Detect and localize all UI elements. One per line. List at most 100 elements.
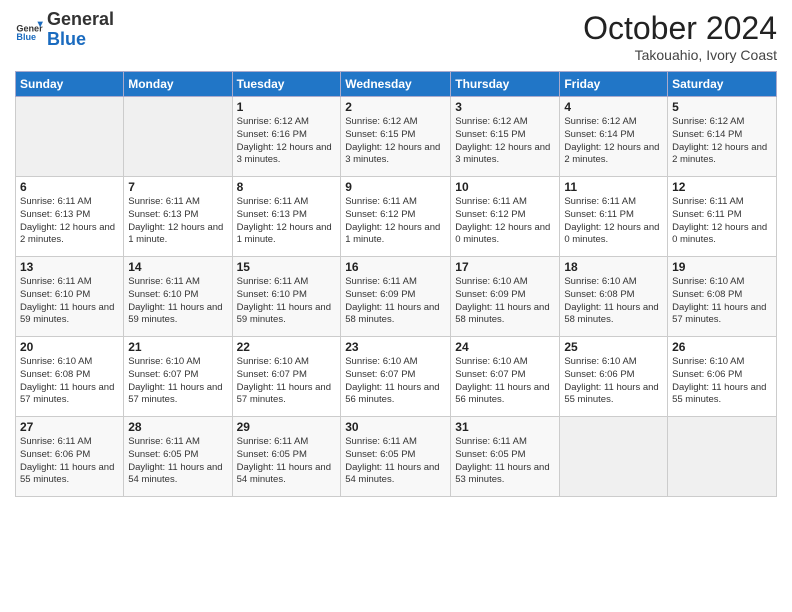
day-info: Sunrise: 6:10 AM Sunset: 6:08 PM Dayligh… [20, 356, 119, 407]
day-number: 18 [564, 260, 663, 274]
day-number: 16 [345, 260, 446, 274]
col-wednesday: Wednesday [341, 72, 451, 97]
day-info: Sunrise: 6:12 AM Sunset: 6:15 PM Dayligh… [455, 116, 555, 167]
day-number: 7 [128, 180, 227, 194]
table-row: 3 Sunrise: 6:12 AM Sunset: 6:15 PM Daylig… [451, 97, 560, 177]
day-info: Sunrise: 6:11 AM Sunset: 6:10 PM Dayligh… [20, 276, 119, 327]
calendar-week-row: 6 Sunrise: 6:11 AM Sunset: 6:13 PM Daylig… [16, 177, 777, 257]
day-number: 3 [455, 100, 555, 114]
day-info: Sunrise: 6:11 AM Sunset: 6:05 PM Dayligh… [345, 436, 446, 487]
day-info: Sunrise: 6:11 AM Sunset: 6:05 PM Dayligh… [237, 436, 337, 487]
day-info: Sunrise: 6:12 AM Sunset: 6:14 PM Dayligh… [672, 116, 772, 167]
day-info: Sunrise: 6:11 AM Sunset: 6:06 PM Dayligh… [20, 436, 119, 487]
day-number: 19 [672, 260, 772, 274]
day-number: 6 [20, 180, 119, 194]
day-info: Sunrise: 6:11 AM Sunset: 6:10 PM Dayligh… [128, 276, 227, 327]
logo-text: General Blue [47, 10, 114, 50]
logo-general: General [47, 9, 114, 29]
day-info: Sunrise: 6:11 AM Sunset: 6:10 PM Dayligh… [237, 276, 337, 327]
table-row: 24 Sunrise: 6:10 AM Sunset: 6:07 PM Dayli… [451, 337, 560, 417]
day-number: 14 [128, 260, 227, 274]
day-info: Sunrise: 6:10 AM Sunset: 6:07 PM Dayligh… [237, 356, 337, 407]
day-info: Sunrise: 6:12 AM Sunset: 6:15 PM Dayligh… [345, 116, 446, 167]
col-sunday: Sunday [16, 72, 124, 97]
svg-text:Blue: Blue [16, 32, 36, 42]
calendar-table: Sunday Monday Tuesday Wednesday Thursday… [15, 71, 777, 497]
table-row: 14 Sunrise: 6:11 AM Sunset: 6:10 PM Dayli… [124, 257, 232, 337]
table-row: 7 Sunrise: 6:11 AM Sunset: 6:13 PM Daylig… [124, 177, 232, 257]
day-info: Sunrise: 6:10 AM Sunset: 6:07 PM Dayligh… [455, 356, 555, 407]
table-row [668, 417, 777, 497]
table-row: 2 Sunrise: 6:12 AM Sunset: 6:15 PM Daylig… [341, 97, 451, 177]
day-number: 20 [20, 340, 119, 354]
day-number: 23 [345, 340, 446, 354]
table-row: 31 Sunrise: 6:11 AM Sunset: 6:05 PM Dayli… [451, 417, 560, 497]
table-row: 5Sunrise: 6:12 AM Sunset: 6:14 PM Daylig… [668, 97, 777, 177]
day-number: 22 [237, 340, 337, 354]
table-row: 18 Sunrise: 6:10 AM Sunset: 6:08 PM Dayli… [560, 257, 668, 337]
table-row: 27 Sunrise: 6:11 AM Sunset: 6:06 PM Dayli… [16, 417, 124, 497]
table-row [16, 97, 124, 177]
calendar-week-row: 13 Sunrise: 6:11 AM Sunset: 6:10 PM Dayli… [16, 257, 777, 337]
table-row: 16Sunrise: 6:11 AM Sunset: 6:09 PM Dayli… [341, 257, 451, 337]
col-saturday: Saturday [668, 72, 777, 97]
table-row: 25Sunrise: 6:10 AM Sunset: 6:06 PM Dayli… [560, 337, 668, 417]
col-thursday: Thursday [451, 72, 560, 97]
table-row: 20 Sunrise: 6:10 AM Sunset: 6:08 PM Dayli… [16, 337, 124, 417]
table-row: 21 Sunrise: 6:10 AM Sunset: 6:07 PM Dayli… [124, 337, 232, 417]
col-tuesday: Tuesday [232, 72, 341, 97]
day-info: Sunrise: 6:10 AM Sunset: 6:06 PM Dayligh… [564, 356, 663, 407]
table-row: 8Sunrise: 6:11 AM Sunset: 6:13 PM Daylig… [232, 177, 341, 257]
calendar-week-row: 1Sunrise: 6:12 AM Sunset: 6:16 PM Daylig… [16, 97, 777, 177]
day-number: 30 [345, 420, 446, 434]
day-info: Sunrise: 6:11 AM Sunset: 6:13 PM Dayligh… [128, 196, 227, 247]
day-number: 1 [237, 100, 337, 114]
day-info: Sunrise: 6:11 AM Sunset: 6:05 PM Dayligh… [455, 436, 555, 487]
day-number: 4 [564, 100, 663, 114]
day-number: 15 [237, 260, 337, 274]
day-info: Sunrise: 6:10 AM Sunset: 6:07 PM Dayligh… [128, 356, 227, 407]
table-row: 12Sunrise: 6:11 AM Sunset: 6:11 PM Dayli… [668, 177, 777, 257]
col-monday: Monday [124, 72, 232, 97]
day-info: Sunrise: 6:11 AM Sunset: 6:13 PM Dayligh… [20, 196, 119, 247]
day-info: Sunrise: 6:11 AM Sunset: 6:05 PM Dayligh… [128, 436, 227, 487]
day-number: 21 [128, 340, 227, 354]
title-block: October 2024 Takouahio, Ivory Coast [583, 10, 777, 63]
table-row: 9Sunrise: 6:11 AM Sunset: 6:12 PM Daylig… [341, 177, 451, 257]
day-info: Sunrise: 6:10 AM Sunset: 6:08 PM Dayligh… [564, 276, 663, 327]
table-row: 15 Sunrise: 6:11 AM Sunset: 6:10 PM Dayli… [232, 257, 341, 337]
table-row: 19 Sunrise: 6:10 AM Sunset: 6:08 PM Dayli… [668, 257, 777, 337]
table-row: 11 Sunrise: 6:11 AM Sunset: 6:11 PM Dayli… [560, 177, 668, 257]
day-info: Sunrise: 6:11 AM Sunset: 6:11 PM Dayligh… [564, 196, 663, 247]
day-number: 24 [455, 340, 555, 354]
location-subtitle: Takouahio, Ivory Coast [583, 47, 777, 63]
day-number: 27 [20, 420, 119, 434]
calendar-header-row: Sunday Monday Tuesday Wednesday Thursday… [16, 72, 777, 97]
table-row: 13 Sunrise: 6:11 AM Sunset: 6:10 PM Dayli… [16, 257, 124, 337]
col-friday: Friday [560, 72, 668, 97]
month-title: October 2024 [583, 10, 777, 47]
day-number: 9 [345, 180, 446, 194]
day-number: 10 [455, 180, 555, 194]
day-info: Sunrise: 6:11 AM Sunset: 6:13 PM Dayligh… [237, 196, 337, 247]
page-header: General Blue General Blue October 2024 T… [15, 10, 777, 63]
day-number: 13 [20, 260, 119, 274]
table-row: 28 Sunrise: 6:11 AM Sunset: 6:05 PM Dayli… [124, 417, 232, 497]
table-row: 4Sunrise: 6:12 AM Sunset: 6:14 PM Daylig… [560, 97, 668, 177]
day-number: 29 [237, 420, 337, 434]
table-row: 1Sunrise: 6:12 AM Sunset: 6:16 PM Daylig… [232, 97, 341, 177]
day-info: Sunrise: 6:10 AM Sunset: 6:09 PM Dayligh… [455, 276, 555, 327]
table-row: 29 Sunrise: 6:11 AM Sunset: 6:05 PM Dayli… [232, 417, 341, 497]
day-info: Sunrise: 6:10 AM Sunset: 6:08 PM Dayligh… [672, 276, 772, 327]
calendar-week-row: 20 Sunrise: 6:10 AM Sunset: 6:08 PM Dayli… [16, 337, 777, 417]
day-info: Sunrise: 6:10 AM Sunset: 6:07 PM Dayligh… [345, 356, 446, 407]
table-row: 17Sunrise: 6:10 AM Sunset: 6:09 PM Dayli… [451, 257, 560, 337]
day-info: Sunrise: 6:11 AM Sunset: 6:11 PM Dayligh… [672, 196, 772, 247]
day-number: 28 [128, 420, 227, 434]
table-row: 22 Sunrise: 6:10 AM Sunset: 6:07 PM Dayli… [232, 337, 341, 417]
day-number: 31 [455, 420, 555, 434]
day-info: Sunrise: 6:10 AM Sunset: 6:06 PM Dayligh… [672, 356, 772, 407]
day-number: 2 [345, 100, 446, 114]
day-number: 11 [564, 180, 663, 194]
table-row: 26Sunrise: 6:10 AM Sunset: 6:06 PM Dayli… [668, 337, 777, 417]
